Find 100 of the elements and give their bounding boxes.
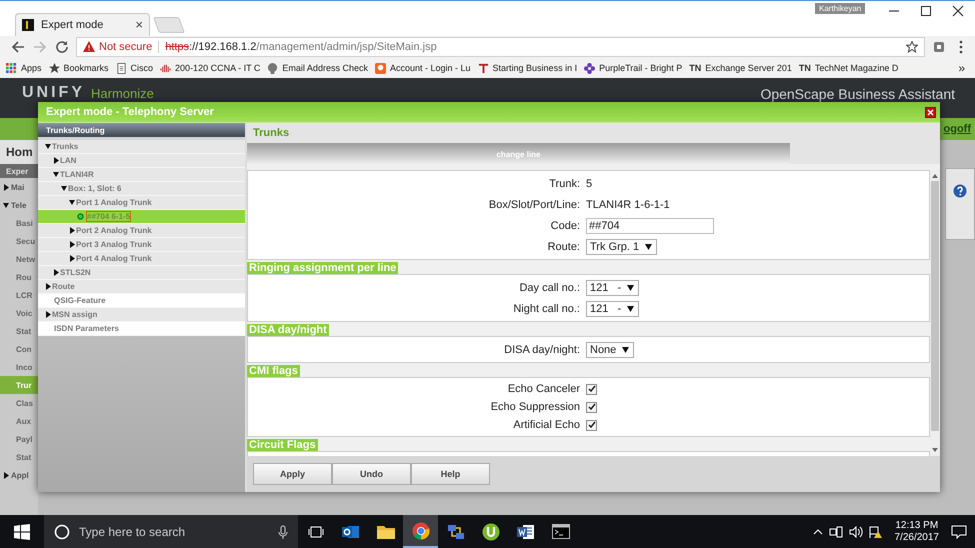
nav-item[interactable]: LCR xyxy=(0,286,38,304)
tree-item[interactable]: TLANI4R xyxy=(38,168,245,182)
help-icon[interactable] xyxy=(953,184,967,198)
reload-icon[interactable] xyxy=(54,38,70,55)
tree-item[interactable]: Box: 1, Slot: 6 xyxy=(38,182,245,196)
nav-item[interactable]: Secu xyxy=(0,232,38,250)
clock[interactable]: 12:13 PM 7/26/2017 xyxy=(888,520,945,544)
group-title: Ringing assignment per line xyxy=(247,262,398,274)
tree-item[interactable]: QSIG-Feature xyxy=(38,294,245,308)
back-icon[interactable] xyxy=(10,38,26,55)
flag-warning-icon[interactable] xyxy=(868,526,882,538)
bookmark[interactable]: PurpleTrail - Bright P xyxy=(584,62,682,74)
nav-group[interactable]: Appl xyxy=(0,466,38,484)
tree-item[interactable]: MSN assign xyxy=(38,308,245,322)
tree-item[interactable]: Port 3 Analog Trunk xyxy=(38,238,245,252)
tree-item[interactable]: Route xyxy=(38,280,245,294)
checkbox[interactable] xyxy=(586,420,597,431)
home-tab[interactable]: Hom xyxy=(0,140,38,164)
nav-item[interactable]: Inco xyxy=(0,358,38,376)
nav-item[interactable]: Stat xyxy=(0,322,38,340)
torrent-icon[interactable] xyxy=(482,522,500,540)
windows-start-icon[interactable] xyxy=(14,524,30,540)
bookmark[interactable]: 200-120 CCNA - IT C xyxy=(160,62,260,74)
nav-group[interactable]: Mai xyxy=(0,178,38,196)
mail-icon[interactable] xyxy=(342,524,360,540)
logoff-link[interactable]: ogoff xyxy=(944,123,971,135)
bookmark[interactable]: Account - Login - Lu xyxy=(374,62,471,74)
expanded-triangle-icon[interactable] xyxy=(45,143,51,150)
collapsed-triangle-icon[interactable] xyxy=(3,472,9,478)
bookmark[interactable]: Apps xyxy=(6,62,42,74)
collapsed-triangle-icon[interactable] xyxy=(45,311,51,318)
tree-item[interactable]: Port 4 Analog Trunk xyxy=(38,252,245,266)
dropdown[interactable]: 121 - xyxy=(586,300,640,317)
collapsed-triangle-icon[interactable] xyxy=(69,255,75,262)
bookmark[interactable]: Bookmarks xyxy=(48,62,109,74)
close-button[interactable] xyxy=(925,106,936,118)
document-icon[interactable] xyxy=(516,524,534,540)
nav-group[interactable]: Tele xyxy=(0,196,38,214)
tree-item[interactable]: LAN xyxy=(38,154,245,168)
nav-item[interactable]: Payl xyxy=(0,430,38,448)
nav-item[interactable]: Rou xyxy=(0,268,38,286)
bookmark[interactable]: TN Exchange Server 201 xyxy=(689,63,792,74)
tree-item[interactable]: ISDN Parameters xyxy=(38,322,245,336)
expanded-triangle-icon[interactable] xyxy=(53,171,59,178)
bookmark[interactable]: Cisco xyxy=(116,62,154,74)
collapsed-triangle-icon[interactable] xyxy=(69,241,75,248)
nav-item[interactable]: Stat xyxy=(0,448,38,466)
tree-item[interactable]: Trunks xyxy=(38,140,245,154)
collapsed-triangle-icon[interactable] xyxy=(53,269,59,276)
action-button[interactable]: Apply xyxy=(253,463,332,486)
caret-icon xyxy=(627,306,634,312)
caret-up-icon[interactable] xyxy=(812,528,822,536)
dropdown[interactable]: Trk Grp. 1 xyxy=(586,238,658,255)
task-view-icon[interactable] xyxy=(308,524,324,538)
nav-item[interactable]: Aux xyxy=(0,412,38,430)
collapsed-triangle-icon[interactable] xyxy=(53,157,59,164)
dropdown[interactable]: 121 - xyxy=(586,280,640,296)
nav-item[interactable]: Basi xyxy=(0,214,38,232)
scroll-down-icon[interactable] xyxy=(932,447,938,454)
browser-icon[interactable] xyxy=(412,522,430,540)
bars-icon xyxy=(160,62,172,74)
expanded-triangle-icon[interactable] xyxy=(69,199,75,206)
nav-item[interactable]: Netw xyxy=(0,250,38,268)
microphone-icon[interactable] xyxy=(278,524,288,538)
nav-item[interactable]: Clas xyxy=(0,394,38,412)
collapsed-triangle-icon[interactable] xyxy=(45,283,51,290)
speaker-icon[interactable] xyxy=(848,526,862,538)
network-icon[interactable] xyxy=(446,522,464,540)
bookmark-star-icon[interactable] xyxy=(906,40,918,53)
bookmark[interactable]: Starting Business in I xyxy=(478,62,578,74)
terminal-icon[interactable] xyxy=(552,524,570,539)
checkbox[interactable] xyxy=(586,384,597,395)
nav-item[interactable]: Con xyxy=(0,340,38,358)
notifications-icon[interactable] xyxy=(951,524,967,538)
close-tab-button[interactable]: × xyxy=(135,17,143,32)
tree-item[interactable]: STLS2N xyxy=(38,266,245,280)
bookmark[interactable]: Email Address Check xyxy=(267,62,368,74)
collapsed-triangle-icon[interactable] xyxy=(69,227,75,234)
expanded-triangle-icon[interactable] xyxy=(61,185,67,192)
search-field[interactable]: Type here to search xyxy=(44,515,298,548)
input-field[interactable]: ##704 xyxy=(586,218,714,234)
network-status-icon[interactable] xyxy=(828,526,842,538)
nav-item[interactable]: Voic xyxy=(0,304,38,322)
address-bar[interactable]: Not secure https://192.168.1.2/management/admin/jsp/SiteMain.jsp xyxy=(76,36,925,57)
expanded-triangle-icon[interactable] xyxy=(3,202,9,208)
browser-tab[interactable]: Expert mode × xyxy=(15,12,150,36)
checkbox[interactable] xyxy=(586,402,597,413)
warning-icon xyxy=(83,41,95,52)
action-button[interactable]: Undo xyxy=(332,463,411,486)
scroll-up-icon[interactable] xyxy=(932,173,938,180)
collapsed-triangle-icon[interactable] xyxy=(3,184,9,190)
nav-item[interactable]: Trur xyxy=(0,376,38,394)
action-button[interactable]: Help xyxy=(411,463,490,486)
profile-name[interactable]: Karthikeyan xyxy=(815,3,866,14)
tree-item[interactable]: Port 1 Analog Trunk xyxy=(38,196,245,210)
folder-icon[interactable] xyxy=(376,524,394,539)
tree-item[interactable]: Port 2 Analog Trunk xyxy=(38,224,245,238)
dropdown[interactable]: None xyxy=(586,342,634,358)
bookmark[interactable]: TN TechNet Magazine D xyxy=(798,63,898,74)
more-bookmarks-button[interactable]: » xyxy=(958,61,969,76)
